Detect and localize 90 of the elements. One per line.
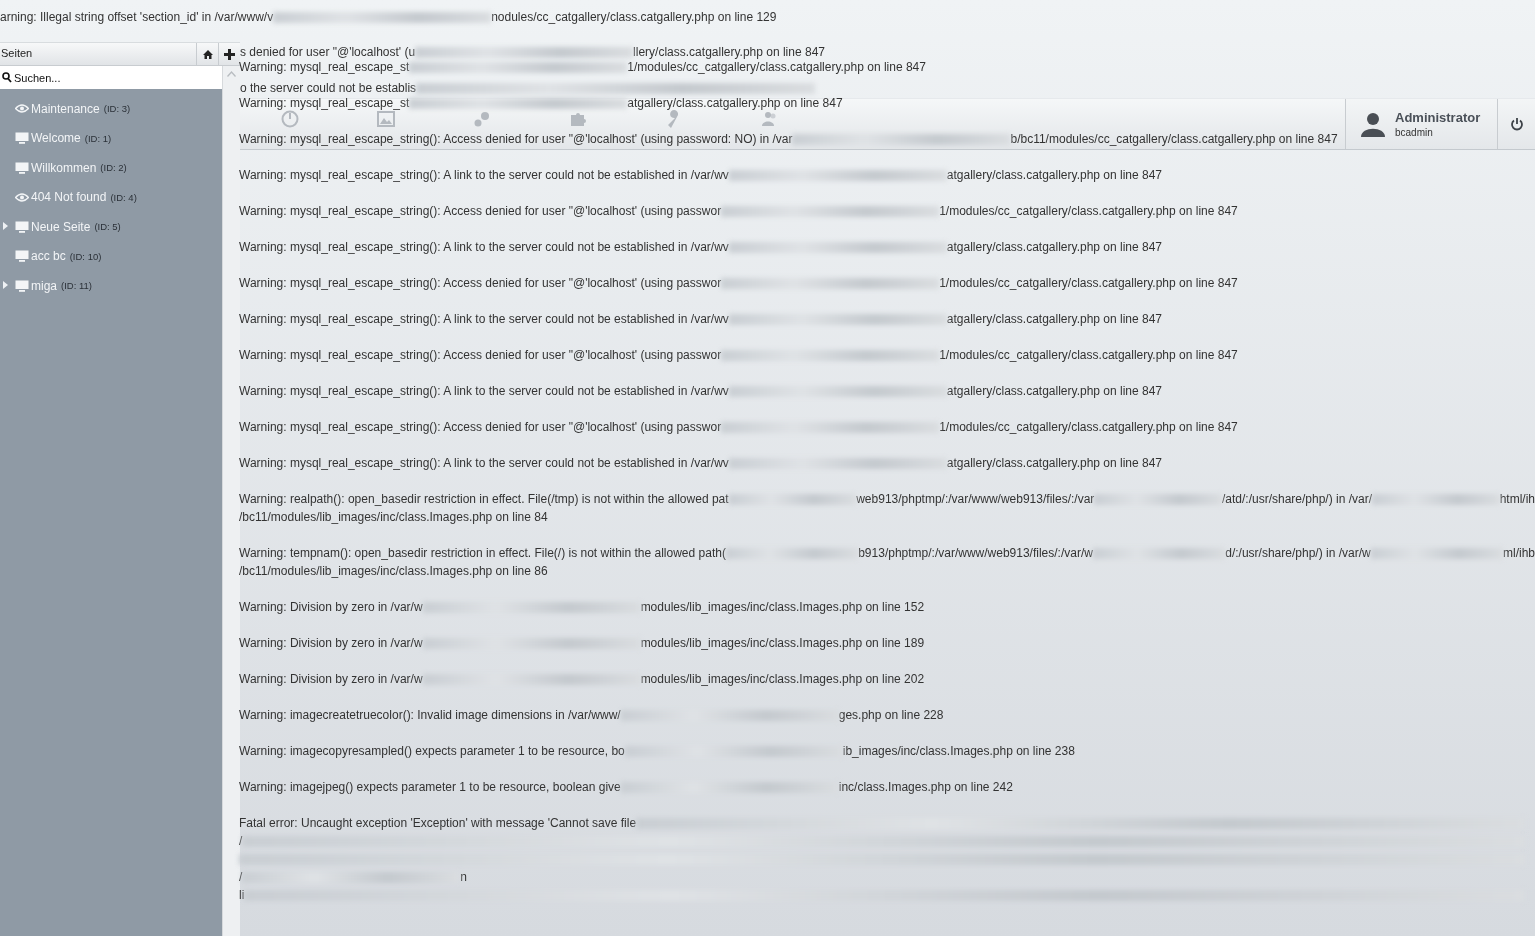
error-text: atgallery/class.catgallery.php on line 847 <box>946 383 1163 400</box>
page-link[interactable]: miga <box>31 278 57 293</box>
monitor-icon <box>15 279 29 292</box>
home-icon <box>202 49 213 59</box>
error-text: nodules/cc_catgallery/class.catgallery.php on line 129 <box>491 9 777 26</box>
error-text: s denied for user "@'localhost' (u <box>240 44 416 61</box>
expand-arrow-icon[interactable] <box>3 222 8 230</box>
error-text: Warning: mysql_real_escape_string(): A link to the server could not be established in /var/wv <box>239 311 729 328</box>
error-text: Warning: tempnam(): open_basedir restriction in effect. File(/) is not within the allowed path( <box>239 545 726 562</box>
scroll-up-icon[interactable] <box>227 71 236 77</box>
monitor-icon <box>15 161 29 174</box>
image-icon[interactable] <box>376 109 396 129</box>
error-text: atgallery/class.catgallery.php on line 847 <box>946 311 1163 328</box>
power-icon <box>1509 117 1524 131</box>
page-link[interactable]: Neue Seite <box>31 219 91 234</box>
error-text: b913/phptmp/:/var/www/web913/files/:/var/w <box>858 545 1093 562</box>
page-id: (ID: 1) <box>84 132 112 144</box>
error-text: Warning: realpath(): open_basedir restriction in effect. File(/tmp) is not within the allowed pat <box>239 491 729 508</box>
error-text: Warning: mysql_real_escape_string(): Access denied for user "@'localhost' (using passwor <box>239 275 722 292</box>
error-text: modules/lib_images/inc/class.Images.php on line 189 <box>640 635 925 652</box>
error-text: arning: Illegal string offset 'section_id' in /var/www/v <box>0 9 274 26</box>
error-text: Warning: imagecreatetruecolor(): Invalid image dimensions in /var/www/ <box>239 707 621 724</box>
page-link[interactable]: Maintenance <box>31 101 100 116</box>
error-text: / <box>239 833 243 850</box>
page-id: (ID: 11) <box>61 280 92 292</box>
plus-icon <box>224 48 235 60</box>
error-text: modules/lib_images/inc/class.Images.php on line 152 <box>640 599 925 616</box>
error-text: atgallery/class.catgallery.php on line 847 <box>627 95 843 112</box>
error-text: 1/modules/cc_catgallery/class.catgallery.php on line 847 <box>627 59 926 76</box>
error-text: Warning: mysql_real_escape_string(): Access denied for user "@'localhost' (using passwor <box>239 203 722 220</box>
error-text: Warning: imagejpeg() expects parameter 1 to be resource, boolean give <box>239 779 621 796</box>
error-text: modules/lib_images/inc/class.Images.php on line 202 <box>640 671 925 688</box>
error-text: 1/modules/cc_catgallery/class.catgallery.php on line 847 <box>939 203 1238 220</box>
error-text: o the server could not be establis <box>240 80 417 97</box>
page-id: (ID: 2) <box>100 162 127 174</box>
error-text: atgallery/class.catgallery.php on line 847 <box>946 455 1163 472</box>
error-text: Warning: mysql_real_escape_st <box>239 59 410 76</box>
page-link[interactable]: acc bc <box>31 249 66 264</box>
page-id: (ID: 10) <box>69 250 102 262</box>
page-link[interactable]: Willkommen <box>31 160 97 175</box>
error-text: n <box>460 869 468 886</box>
error-text: d/:/usr/share/php/) in /var/w <box>1225 545 1371 562</box>
error-text: b/bc11/modules/cc_catgallery/class.catgallery.php on line 847 <box>1010 131 1338 148</box>
error-text: Warning: imagecopyresampled() expects parameter 1 to be resource, bo <box>239 743 625 760</box>
error-text: llery/class.catgallery.php on line 847 <box>633 44 825 61</box>
error-text: Warning: mysql_real_escape_string(): Access denied for user "@'localhost' (using password: NO) in /var <box>239 131 793 148</box>
error-text: html/ih <box>1499 491 1535 508</box>
panel-title: Seiten <box>0 46 34 61</box>
error-text: li <box>239 887 245 904</box>
error-text: atgallery/class.catgallery.php on line 847 <box>946 167 1163 184</box>
error-text: /atd/:/usr/share/php/) in /var/ <box>1221 491 1373 508</box>
error-text: 1/modules/cc_catgallery/class.catgallery.php on line 847 <box>939 275 1238 292</box>
error-text: inc/class.Images.php on line 242 <box>838 779 1013 796</box>
error-text: ml/ihb <box>1502 545 1535 562</box>
page-link[interactable]: Welcome <box>31 131 81 146</box>
eye-icon <box>15 192 29 202</box>
monitor-icon <box>15 220 29 233</box>
error-text: Warning: mysql_real_escape_string(): Access denied for user "@'localhost' (using passwor <box>239 347 722 364</box>
user-name: Administrator <box>1395 110 1481 125</box>
error-text: Warning: mysql_real_escape_string(): A link to the server could not be established in /var/wv <box>239 455 729 472</box>
page-id: (ID: 4) <box>110 191 137 203</box>
user-login: bcadmin <box>1395 127 1434 138</box>
error-text: atgallery/class.catgallery.php on line 847 <box>946 239 1163 256</box>
gauge-icon[interactable] <box>280 109 300 129</box>
monitor-icon <box>15 250 29 263</box>
error-text: Warning: mysql_real_escape_st <box>239 95 410 112</box>
error-text: /bc11/modules/lib_images/inc/class.Images.php on line 86 <box>239 563 548 580</box>
error-text: 1/modules/cc_catgallery/class.catgallery.php on line 847 <box>939 419 1238 436</box>
monitor-icon <box>15 132 29 145</box>
page-link[interactable]: 404 Not found <box>31 190 107 205</box>
error-text: Warning: mysql_real_escape_string(): A link to the server could not be established in /var/wv <box>239 239 729 256</box>
user-icon <box>1360 111 1386 137</box>
error-text: Warning: Division by zero in /var/w <box>239 671 423 688</box>
eye-icon <box>15 104 29 114</box>
error-text: Fatal error: Uncaught exception 'Exception' with message 'Cannot save file <box>239 815 637 832</box>
error-text: Warning: mysql_real_escape_string(): A link to the server could not be established in /var/wv <box>239 383 729 400</box>
expand-arrow-icon[interactable] <box>3 281 8 289</box>
error-text: ges.php on line 228 <box>838 707 944 724</box>
error-text: /bc11/modules/lib_images/inc/class.Images.php on line 84 <box>239 509 548 526</box>
error-text: web913/phptmp/:/var/www/web913/files/:/var <box>856 491 1095 508</box>
search-field[interactable]: Suchen... <box>0 66 222 89</box>
error-text: / <box>239 869 243 886</box>
error-text: 1/modules/cc_catgallery/class.catgallery.php on line 847 <box>939 347 1238 364</box>
error-text: Warning: mysql_real_escape_string(): A link to the server could not be established in /var/wv <box>239 167 729 184</box>
error-text: Warning: Division by zero in /var/w <box>239 635 423 652</box>
error-text: ib_images/inc/class.Images.php on line 238 <box>842 743 1075 760</box>
page-id: (ID: 5) <box>94 221 121 233</box>
error-text: Warning: mysql_real_escape_string(): Access denied for user "@'localhost' (using passwor <box>239 419 722 436</box>
error-text: Warning: Division by zero in /var/w <box>239 599 423 616</box>
page-id: (ID: 3) <box>103 103 131 115</box>
